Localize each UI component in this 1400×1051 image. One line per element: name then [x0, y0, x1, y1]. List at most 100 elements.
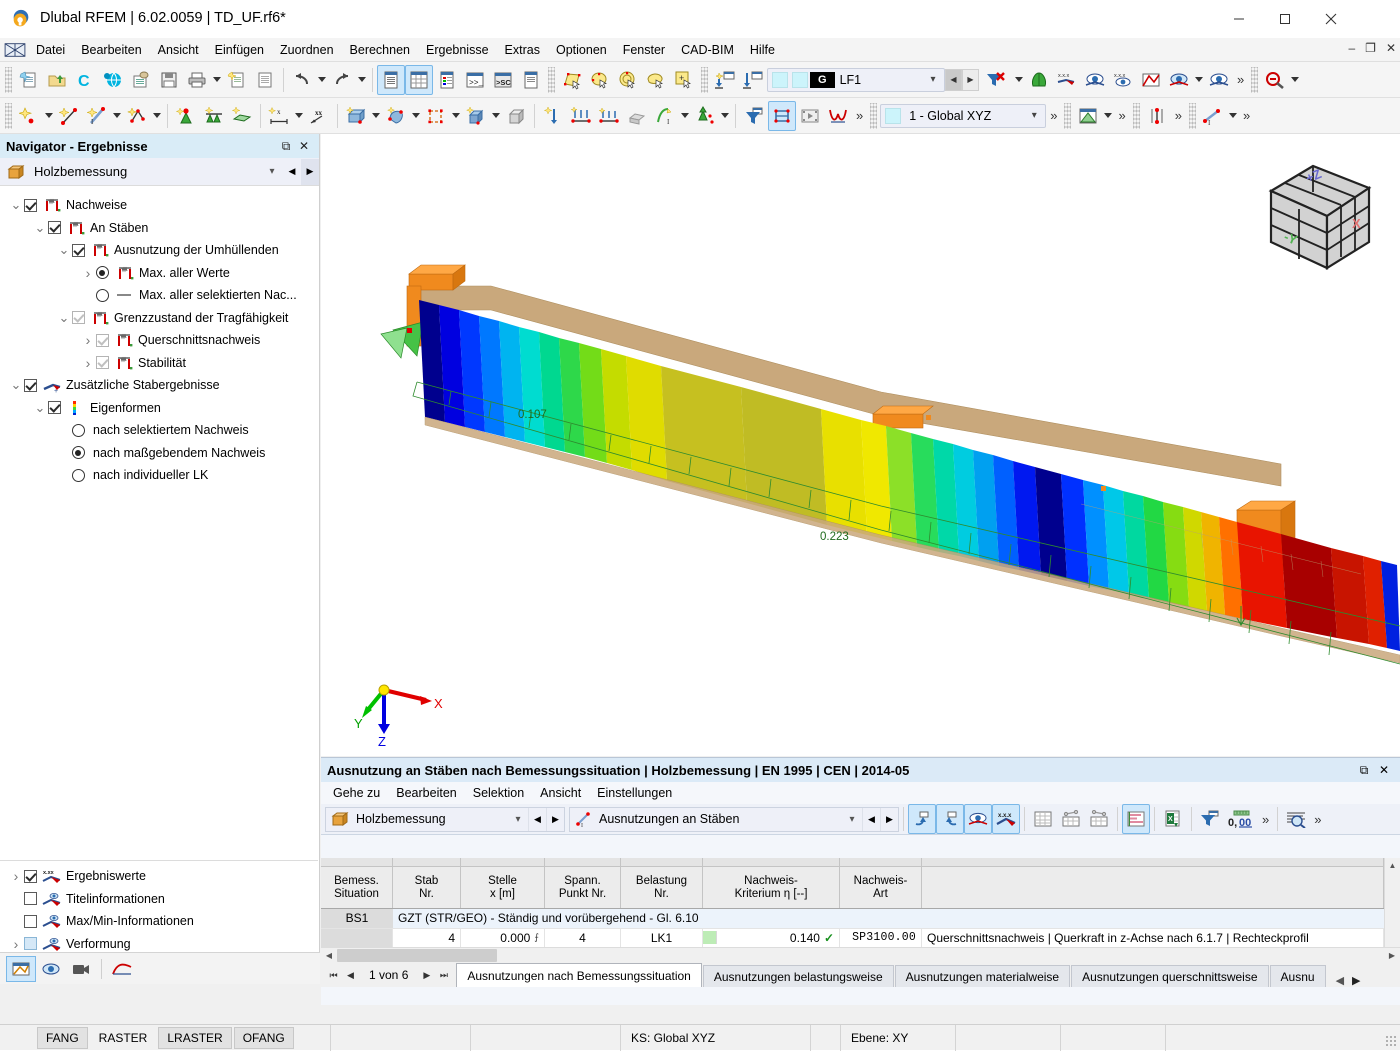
filter-dropdown-caret[interactable]	[1013, 65, 1025, 95]
table-show-values-button[interactable]: x.x.x	[992, 804, 1020, 834]
toolbar-grip-4[interactable]	[1251, 66, 1259, 93]
pager-prev-button[interactable]: ◀	[342, 970, 359, 981]
model-3d-viewport[interactable]: 0.107 0.223 +Z -Y X	[321, 134, 1400, 756]
coordinate-system-combo[interactable]: 1 - Global XYZ ▾	[880, 103, 1047, 128]
deformation-curve-button[interactable]	[824, 101, 852, 131]
checkbox[interactable]	[96, 356, 109, 370]
line-load-button[interactable]	[595, 101, 623, 131]
table-select-combo[interactable]: I Ausnutzungen an Stäben ▾ ◀ ▶	[569, 806, 899, 832]
chevron-right-icon[interactable]: ›	[8, 868, 24, 884]
display-item-ergebniswerte[interactable]: › x.xx Ergebniswerte	[0, 865, 318, 888]
visibility-button[interactable]	[1165, 65, 1193, 95]
navigator-tree[interactable]: ⌄ Nachweise ⌄ An Stäben ⌄ Ausnutzung der Umhü…	[0, 188, 318, 860]
dimension-dropdown-caret[interactable]	[293, 101, 305, 131]
radio-button[interactable]	[72, 423, 85, 437]
snap-endpoint-button[interactable]	[1143, 101, 1171, 131]
toolbar2-overflow-chevron[interactable]: »	[852, 108, 867, 123]
table-module-chevron-down-icon[interactable]: ▾	[508, 814, 528, 825]
export-loadcase-button[interactable]	[739, 65, 767, 95]
show-values-button[interactable]: x.x.x	[1109, 65, 1137, 95]
cs-overflow-chevron[interactable]: »	[1046, 108, 1061, 123]
chevron-down-icon[interactable]: ⌄	[56, 310, 72, 326]
select-by-freehand-button[interactable]	[642, 65, 670, 95]
surface-support-button[interactable]	[228, 101, 256, 131]
table-grid-select-start-button[interactable]	[1057, 804, 1085, 834]
toolbar2-grip[interactable]	[5, 102, 12, 129]
solid-body-dropdown-caret[interactable]	[490, 101, 502, 131]
dimension-x-button[interactable]: x	[265, 101, 293, 131]
render-model-button[interactable]	[1025, 65, 1053, 95]
dimension-xx-button[interactable]: xx	[305, 101, 333, 131]
table-tab-1[interactable]: Ausnutzungen belastungsweise	[702, 965, 894, 987]
zoom-dropdown-caret[interactable]	[1289, 65, 1301, 95]
checkbox[interactable]	[48, 221, 61, 235]
grid-scroll-up-icon[interactable]: ▲	[1385, 858, 1400, 873]
toolbar2-grip-3[interactable]	[1064, 102, 1072, 129]
grid-header-cell[interactable]: Nachweis- Kriterium η [--]	[703, 867, 840, 908]
new-document-button[interactable]	[223, 65, 251, 95]
tree-load-dropdown-caret[interactable]	[719, 101, 731, 131]
table-situation-row[interactable]: BS1 GZT (STR/GEO) - Ständig und vorüberge…	[321, 909, 1400, 929]
table-filter-button[interactable]	[1196, 804, 1224, 834]
tree-item-stabilität[interactable]: › Stabilität	[0, 352, 318, 375]
redo-button[interactable]	[328, 65, 356, 95]
navigator-module-next-button[interactable]: ▶	[301, 158, 319, 185]
import-loadcase-button[interactable]	[711, 65, 739, 95]
checkbox[interactable]	[24, 892, 37, 906]
zoom-out-button[interactable]	[1261, 65, 1289, 95]
show-results-button[interactable]	[1081, 65, 1109, 95]
grid-header-cell[interactable]: Nachweis- Art	[840, 867, 922, 908]
chevron-right-icon[interactable]: ›	[80, 265, 96, 281]
tree-item-max-aller-werte[interactable]: › Max. aller Werte	[0, 262, 318, 285]
pager-next-button[interactable]: ▶	[418, 970, 435, 981]
decimal-places-button[interactable]: 0, 00	[1224, 804, 1258, 834]
display-item-titelinformationen[interactable]: Titelinformationen	[0, 888, 318, 911]
navigator-panel-button[interactable]	[377, 64, 405, 95]
navigator-camera-tab[interactable]	[66, 956, 96, 982]
menu-item-zuordnen[interactable]: Zuordnen	[272, 40, 342, 60]
mdi-close-icon[interactable]: ✕	[1386, 41, 1396, 55]
member-props-dropdown-caret[interactable]	[1227, 101, 1239, 131]
new-model-button[interactable]	[15, 65, 43, 95]
table-select-prev-button[interactable]: ◀	[862, 807, 880, 831]
printout-report-button[interactable]	[127, 65, 155, 95]
tree-item-nach-individueller-lk[interactable]: nach individueller LK	[0, 464, 318, 487]
checkbox[interactable]	[72, 311, 85, 325]
menu-item-einfuegen[interactable]: Einfügen	[207, 40, 272, 60]
new-surface-button[interactable]	[342, 101, 370, 131]
tree-item-ausnutzung-der-umhüllenden[interactable]: ⌄ Ausnutzung der Umhüllenden	[0, 239, 318, 262]
new-line-button[interactable]	[55, 101, 83, 131]
tab-scroll-right-icon[interactable]: ▶	[1348, 974, 1364, 987]
toolbar2-grip-4[interactable]	[1132, 102, 1140, 129]
show-numbering-button[interactable]: x.x.x	[1053, 65, 1081, 95]
menu-item-hilfe[interactable]: Hilfe	[742, 40, 783, 60]
grid-header-cell[interactable]: Spann. Punkt Nr.	[545, 867, 621, 908]
imperfection-dropdown-caret[interactable]	[679, 101, 691, 131]
radio-button[interactable]	[72, 468, 85, 482]
export-excel-button[interactable]: X	[1159, 804, 1187, 834]
surface-results-button[interactable]	[1137, 65, 1165, 95]
save-button[interactable]	[155, 65, 183, 95]
grid-scroll-left-icon[interactable]: ◀	[321, 951, 337, 960]
document-button[interactable]	[251, 65, 279, 95]
table-float-icon[interactable]: ⧉	[1354, 763, 1374, 778]
plane-overflow-chevron[interactable]: »	[1114, 108, 1129, 123]
loadcase-next-button[interactable]: ▶	[962, 68, 979, 91]
chevron-down-icon[interactable]: ⌄	[8, 377, 24, 393]
member-properties-button[interactable]: I	[1199, 101, 1227, 131]
checkbox[interactable]	[24, 869, 37, 883]
work-plane-button[interactable]	[1074, 101, 1102, 131]
solid-grey-button[interactable]	[502, 101, 530, 131]
table-select-next-button[interactable]: ▶	[880, 807, 898, 831]
imperfection-button[interactable]: I	[651, 101, 679, 131]
cloud-button[interactable]: C	[71, 65, 99, 95]
toolbar2-grip-5[interactable]	[1188, 102, 1196, 129]
loadcase-chevron-down-icon[interactable]: ▾	[924, 74, 942, 85]
new-node-button[interactable]	[15, 101, 43, 131]
animation-button[interactable]	[796, 101, 824, 131]
table-module-prev-button[interactable]: ◀	[528, 807, 546, 831]
table-tab-3[interactable]: Ausnutzungen querschnittsweise	[1071, 965, 1269, 987]
status-button-fang[interactable]: FANG	[37, 1026, 88, 1049]
loadcase-combo[interactable]: G LF1 ▾	[767, 67, 945, 92]
table-search-overflow-chevron[interactable]: »	[1310, 812, 1325, 827]
